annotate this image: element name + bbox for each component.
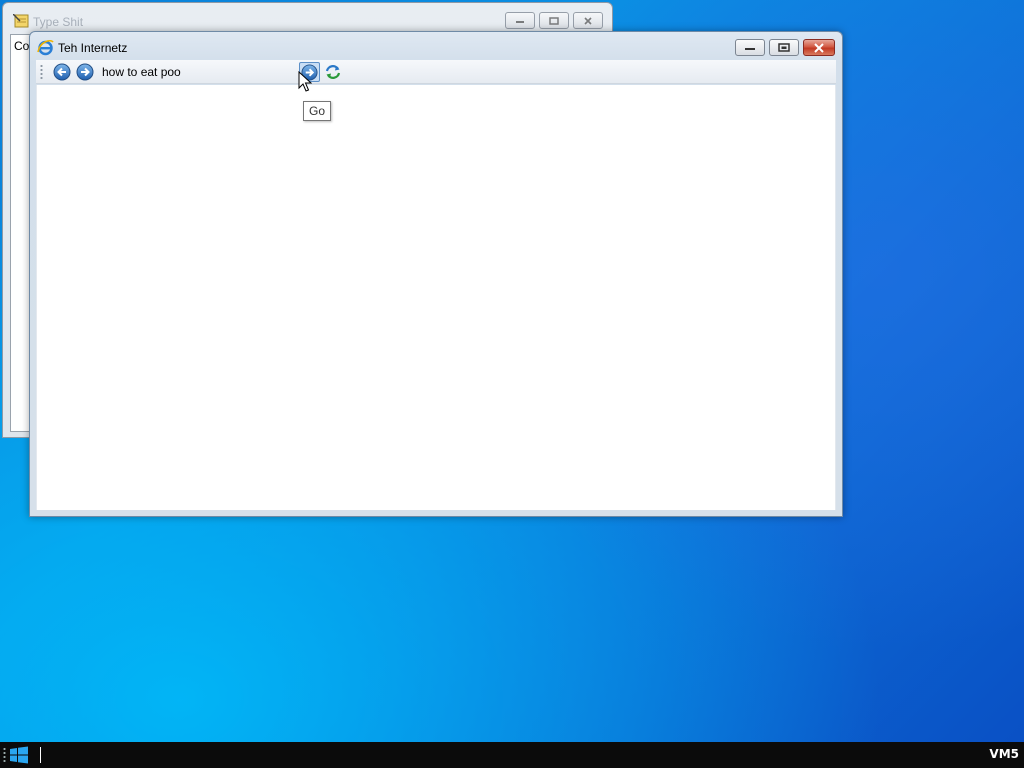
browser-window[interactable]: Teh Internetz bbox=[29, 31, 843, 517]
forward-arrow-icon[interactable] bbox=[76, 63, 94, 81]
refresh-icon[interactable] bbox=[324, 63, 342, 81]
taskbar-grip[interactable] bbox=[3, 747, 6, 763]
web-content-area[interactable] bbox=[36, 85, 836, 510]
taskbar: VM5 bbox=[0, 742, 1024, 768]
minimize-icon bbox=[745, 47, 755, 50]
maximize-button[interactable] bbox=[539, 12, 569, 29]
back-arrow-icon[interactable] bbox=[53, 63, 71, 81]
minimize-button[interactable] bbox=[735, 39, 765, 56]
navigation-toolbar bbox=[36, 60, 836, 84]
maximize-button[interactable] bbox=[769, 39, 799, 56]
window-title: Type Shit bbox=[33, 15, 84, 29]
close-button[interactable] bbox=[803, 39, 835, 56]
editor-text: Co bbox=[14, 39, 30, 53]
internet-explorer-icon bbox=[37, 39, 54, 56]
windows-logo-icon[interactable] bbox=[9, 746, 29, 764]
close-icon bbox=[584, 16, 592, 25]
taskbar-label: VM5 bbox=[989, 747, 1019, 761]
minimize-icon bbox=[516, 20, 524, 23]
notepad-icon bbox=[13, 14, 29, 28]
toolbar-grip[interactable] bbox=[40, 64, 43, 80]
mouse-cursor-icon bbox=[298, 71, 312, 92]
address-input[interactable] bbox=[96, 63, 296, 81]
go-tooltip: Go bbox=[303, 101, 332, 121]
close-button[interactable] bbox=[573, 12, 603, 29]
close-icon bbox=[814, 42, 824, 53]
window-title: Teh Internetz bbox=[58, 41, 128, 55]
title-bar[interactable]: Teh Internetz bbox=[30, 32, 842, 60]
restore-icon bbox=[549, 16, 559, 25]
minimize-button[interactable] bbox=[505, 12, 535, 29]
restore-icon bbox=[778, 42, 790, 52]
taskbar-text-caret[interactable] bbox=[40, 747, 41, 763]
